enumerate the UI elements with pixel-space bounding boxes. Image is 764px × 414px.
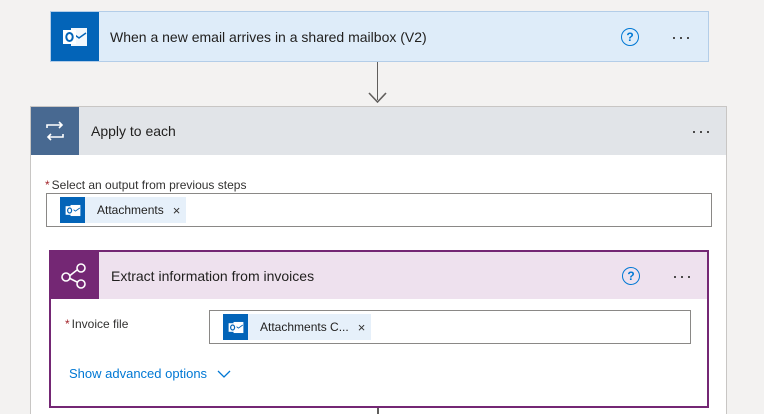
ai-builder-icon — [51, 252, 99, 299]
flow-designer-canvas: When a new email arrives in a shared mai… — [0, 0, 764, 414]
connector-arrow-icon — [368, 92, 387, 104]
select-output-label: * Select an output from previous steps — [45, 178, 246, 192]
select-output-field[interactable]: Attachments × — [46, 193, 712, 227]
invoice-file-label: * Invoice file — [65, 317, 128, 331]
chevron-down-icon — [217, 370, 231, 378]
remove-token-icon[interactable]: × — [173, 203, 181, 218]
more-options-icon[interactable]: ··· — [668, 267, 697, 285]
more-options-icon[interactable]: ··· — [667, 28, 696, 46]
extract-invoices-action: Extract information from invoices ? ··· … — [49, 250, 709, 408]
required-mark: * — [65, 317, 70, 331]
apply-to-each-title: Apply to each — [91, 123, 176, 139]
outlook-icon — [223, 314, 248, 340]
show-advanced-options-label: Show advanced options — [69, 366, 208, 381]
more-options-icon[interactable]: ··· — [687, 122, 716, 140]
token-label: Attachments C... — [260, 320, 349, 334]
required-mark: * — [45, 178, 50, 192]
apply-to-each-header[interactable]: Apply to each ··· — [31, 107, 726, 155]
invoice-file-field[interactable]: Attachments C... × — [209, 310, 691, 344]
attachments-content-token[interactable]: Attachments C... × — [223, 314, 372, 340]
loop-icon — [31, 107, 79, 155]
trigger-card[interactable]: When a new email arrives in a shared mai… — [50, 11, 709, 62]
connector-line — [377, 408, 379, 414]
extract-invoices-title: Extract information from invoices — [111, 267, 315, 284]
invoice-file-label-text: Invoice file — [71, 317, 129, 331]
trigger-title: When a new email arrives in a shared mai… — [110, 28, 427, 45]
attachments-token[interactable]: Attachments × — [60, 197, 187, 223]
outlook-icon — [60, 197, 85, 223]
token-label: Attachments — [97, 203, 164, 217]
outlook-icon — [51, 12, 99, 61]
select-output-label-text: Select an output from previous steps — [51, 178, 247, 192]
remove-token-icon[interactable]: × — [358, 320, 366, 335]
question-circle-icon[interactable]: ? — [621, 27, 640, 46]
show-advanced-options-link[interactable]: Show advanced options — [69, 366, 231, 381]
question-circle-icon[interactable]: ? — [622, 266, 641, 285]
extract-invoices-header[interactable]: Extract information from invoices ? ··· — [51, 252, 707, 299]
